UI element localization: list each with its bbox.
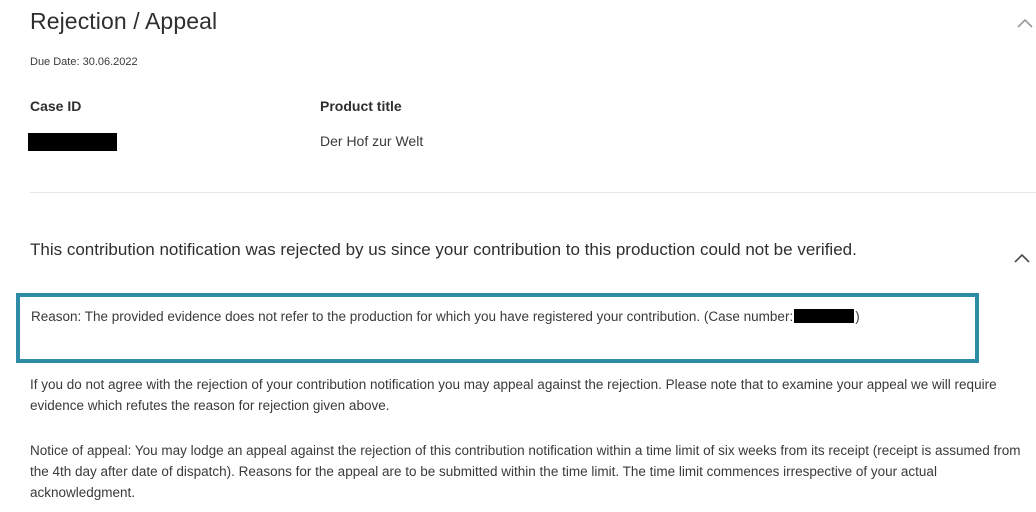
due-date: Due Date: 30.06.2022 bbox=[30, 56, 138, 68]
section-divider bbox=[30, 192, 1036, 193]
reason-text: Reason: The provided evidence does not r… bbox=[31, 307, 971, 327]
page-title: Rejection / Appeal bbox=[30, 8, 218, 34]
product-title-header: Product title bbox=[320, 98, 402, 114]
reason-prefix: Reason: The provided evidence does not r… bbox=[31, 309, 794, 324]
reason-highlight-box: Reason: The provided evidence does not r… bbox=[16, 293, 979, 363]
disagree-paragraph: If you do not agree with the rejection o… bbox=[30, 377, 997, 413]
case-id-redacted-value bbox=[28, 133, 117, 151]
case-number-redaction bbox=[794, 309, 855, 323]
rejection-heading: This contribution notification was rejec… bbox=[30, 240, 857, 259]
chevron-up-icon[interactable] bbox=[1014, 12, 1036, 34]
notice-of-appeal-paragraph: Notice of appeal: You may lodge an appea… bbox=[30, 443, 1021, 500]
reason-suffix: ) bbox=[855, 309, 860, 324]
chevron-up-icon[interactable] bbox=[1012, 249, 1032, 267]
case-id-header: Case ID bbox=[30, 98, 82, 114]
product-title-value: Der Hof zur Welt bbox=[320, 133, 424, 149]
